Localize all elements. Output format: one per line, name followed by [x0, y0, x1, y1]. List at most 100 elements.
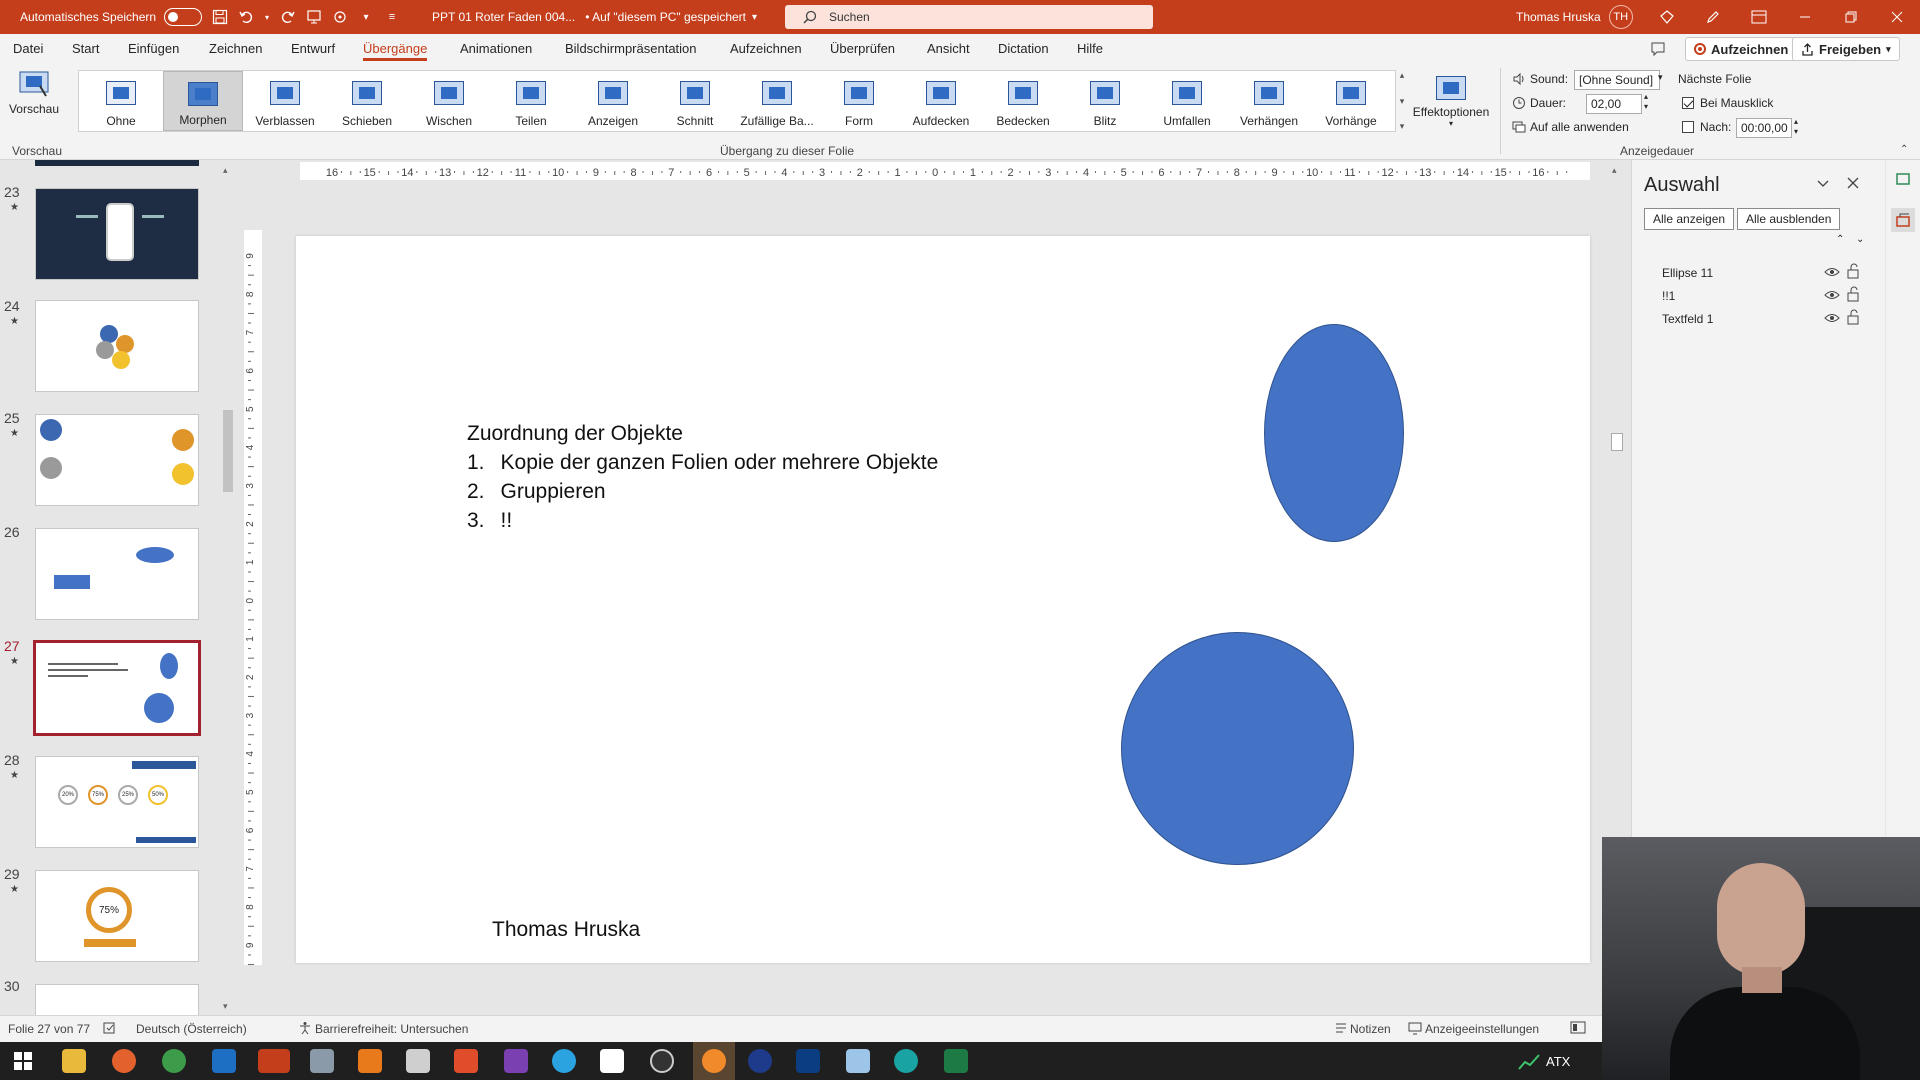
minimize-icon[interactable]: [1782, 0, 1828, 34]
apply-all-button[interactable]: Auf alle anwenden: [1512, 120, 1629, 134]
menu-start[interactable]: Start: [72, 34, 99, 64]
transition-anzeigen[interactable]: Anzeigen: [573, 71, 653, 131]
file-explorer-icon[interactable]: [62, 1049, 86, 1073]
selection-item-ellipse-11[interactable]: Ellipse 11: [1662, 266, 1713, 280]
hide-all-button[interactable]: Alle ausblenden: [1737, 208, 1841, 230]
app-icon[interactable]: [796, 1049, 820, 1073]
selection-item-textfeld-1[interactable]: Textfeld 1: [1662, 312, 1713, 326]
obs-icon[interactable]: [650, 1049, 674, 1073]
designer-icon[interactable]: [1895, 172, 1911, 188]
transition-morphen[interactable]: Morphen: [163, 71, 243, 131]
bring-forward-icon[interactable]: ⌃: [1836, 234, 1844, 245]
thumbnail-slide-23[interactable]: [35, 188, 199, 280]
transition-aufdecken[interactable]: Aufdecken: [901, 71, 981, 131]
ellipse-shape[interactable]: [1264, 324, 1404, 542]
thumbnail-slide-29[interactable]: 75%: [35, 870, 199, 962]
notes-button[interactable]: Notizen: [1350, 1022, 1391, 1036]
onenote-icon[interactable]: [504, 1049, 528, 1073]
account-area[interactable]: Thomas Hruska TH: [1516, 0, 1633, 34]
lock-open-icon[interactable]: [1846, 263, 1860, 279]
transition-ohne[interactable]: Ohne: [81, 71, 161, 131]
scrollbar-thumb[interactable]: [1611, 433, 1623, 451]
after-input[interactable]: 00:00,00: [1736, 118, 1792, 138]
transition-verblassen[interactable]: Verblassen: [245, 71, 325, 131]
transition-vorhaenge[interactable]: Vorhänge: [1311, 71, 1391, 131]
redo-icon[interactable]: [278, 7, 298, 27]
more-icon[interactable]: ≡: [382, 7, 402, 27]
transition-zufaellige-balken[interactable]: Zufällige Ba...: [737, 71, 817, 131]
thumbnail-slide-26[interactable]: [35, 528, 199, 620]
thumbnail-scrollbar[interactable]: ▴ ▾: [221, 165, 235, 1015]
eye-icon[interactable]: [1824, 289, 1840, 301]
touch-mode-icon[interactable]: [330, 7, 350, 27]
duration-input[interactable]: 02,00: [1586, 94, 1642, 114]
duration-stepper[interactable]: ▴ ▾: [1644, 92, 1648, 112]
excel-icon[interactable]: [944, 1049, 968, 1073]
slide-heading[interactable]: Zuordnung der Objekte: [467, 422, 683, 446]
app-icon[interactable]: [846, 1049, 870, 1073]
after-stepper[interactable]: ▴ ▾: [1794, 117, 1798, 137]
menu-ansicht[interactable]: Ansicht: [927, 34, 970, 64]
accessibility-status[interactable]: Barrierefreiheit: Untersuchen: [315, 1022, 468, 1036]
menu-einfuegen[interactable]: Einfügen: [128, 34, 179, 64]
stock-ticker[interactable]: ATX: [1546, 1054, 1570, 1069]
menu-datei[interactable]: Datei: [13, 34, 43, 64]
slide-footer[interactable]: Thomas Hruska: [492, 918, 640, 942]
notes-icon[interactable]: [1334, 1021, 1348, 1035]
vlc-icon[interactable]: [358, 1049, 382, 1073]
selection-pane-icon[interactable]: [1891, 208, 1915, 232]
close-icon[interactable]: [1846, 176, 1860, 190]
present-icon[interactable]: [304, 7, 324, 27]
telegram-icon[interactable]: [552, 1049, 576, 1073]
thumbnail-slide-28[interactable]: 20% 75% 25% 50%: [35, 756, 199, 848]
eye-icon[interactable]: [1824, 312, 1840, 324]
transition-wischen[interactable]: Wischen: [409, 71, 489, 131]
display-settings-icon[interactable]: [1408, 1021, 1422, 1035]
scroll-up-icon[interactable]: ▴: [223, 165, 228, 176]
undo-icon[interactable]: [236, 7, 256, 27]
edge-icon[interactable]: [894, 1049, 918, 1073]
pen-icon[interactable]: [1690, 0, 1736, 34]
transition-form[interactable]: Form: [819, 71, 899, 131]
menu-ueberpruefen[interactable]: Überprüfen: [830, 34, 895, 64]
menu-uebergaenge[interactable]: Übergänge: [363, 34, 428, 64]
restore-icon[interactable]: [1828, 0, 1874, 34]
close-icon[interactable]: [1874, 0, 1920, 34]
app-icon[interactable]: [406, 1049, 430, 1073]
list-item[interactable]: 1. Kopie der ganzen Folien oder mehrere O…: [467, 451, 938, 475]
stock-chart-icon[interactable]: [1518, 1054, 1540, 1070]
lock-open-icon[interactable]: [1846, 286, 1860, 302]
app-icon[interactable]: [600, 1049, 624, 1073]
app-icon[interactable]: [748, 1049, 772, 1073]
scrollbar-thumb[interactable]: [223, 410, 233, 492]
gallery-scroll[interactable]: ▴ ▾ ▾: [1396, 70, 1408, 132]
record-button[interactable]: Aufzeichnen: [1685, 37, 1798, 61]
checkbox-checked[interactable]: [1682, 97, 1694, 109]
outlook-icon[interactable]: [212, 1049, 236, 1073]
document-title[interactable]: PPT 01 Roter Faden 004... • Auf "diesem …: [432, 0, 757, 34]
eye-icon[interactable]: [1824, 266, 1840, 278]
firefox-icon[interactable]: [112, 1049, 136, 1073]
diamond-icon[interactable]: [1644, 0, 1690, 34]
chevron-down-icon[interactable]: [1816, 176, 1830, 190]
thumbnail-slide-24[interactable]: [35, 300, 199, 392]
dropdown-icon[interactable]: ▾: [262, 7, 272, 27]
on-click-checkbox[interactable]: Bei Mausklick: [1682, 96, 1773, 110]
circle-shape[interactable]: [1121, 632, 1354, 865]
menu-bildschirmpraesentation[interactable]: Bildschirmpräsentation: [565, 34, 697, 64]
powerpoint-icon[interactable]: [258, 1049, 290, 1073]
menu-entwurf[interactable]: Entwurf: [291, 34, 335, 64]
chevron-up-icon[interactable]: ▴: [1400, 70, 1405, 81]
accessibility-icon[interactable]: [298, 1021, 312, 1035]
ribbon-display-icon[interactable]: [1736, 0, 1782, 34]
display-settings-button[interactable]: Anzeigeeinstellungen: [1425, 1022, 1539, 1036]
scroll-down-icon[interactable]: ▾: [223, 1001, 228, 1012]
thumbnail-slide-30[interactable]: [35, 984, 199, 1015]
send-backward-icon[interactable]: ⌄: [1856, 234, 1864, 245]
sound-select[interactable]: [Ohne Sound]: [1574, 70, 1660, 90]
selection-item-excl-1[interactable]: !!1: [1662, 289, 1675, 303]
list-item[interactable]: 3.!!: [467, 509, 512, 533]
menu-hilfe[interactable]: Hilfe: [1077, 34, 1103, 64]
menu-animationen[interactable]: Animationen: [460, 34, 532, 64]
active-app-highlight[interactable]: [693, 1042, 735, 1080]
